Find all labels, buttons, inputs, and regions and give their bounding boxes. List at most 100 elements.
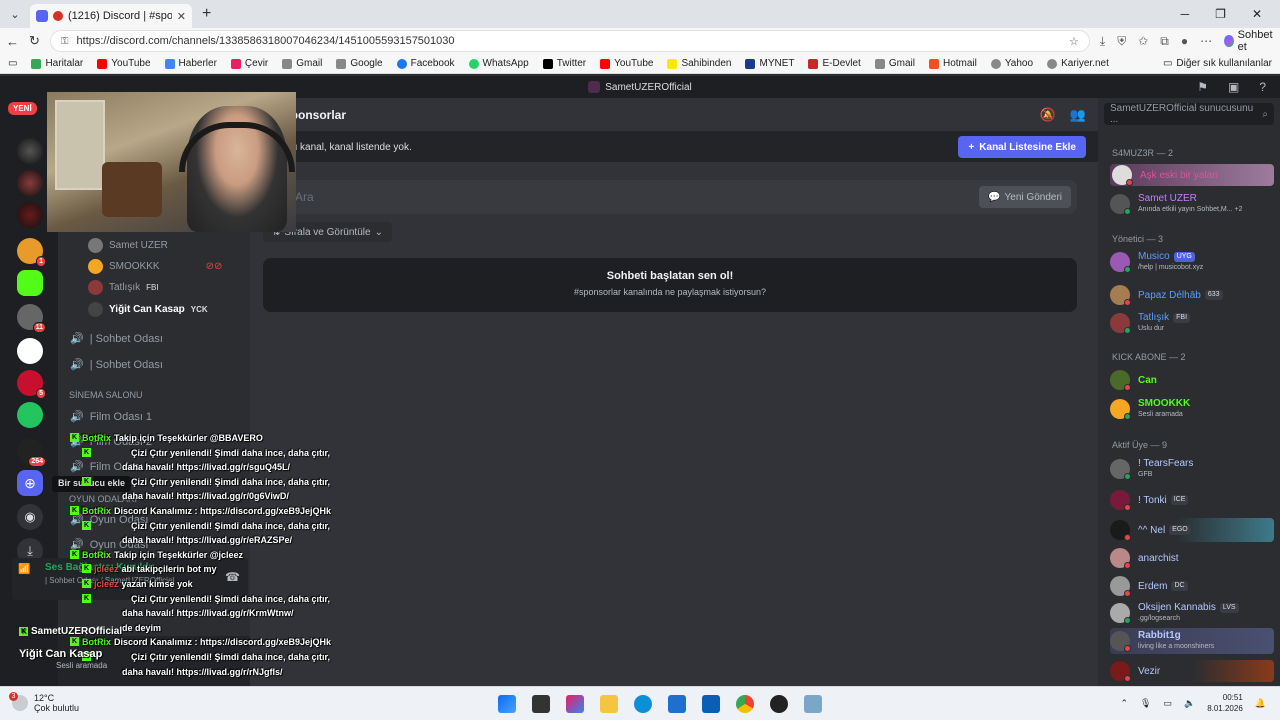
- add-to-channel-list-button[interactable]: + Kanal Listesine Ekle: [958, 136, 1086, 158]
- refresh-icon[interactable]: ↻: [29, 33, 40, 49]
- bookmark-item[interactable]: YouTube: [600, 58, 653, 69]
- bookmark-item[interactable]: Yahoo: [990, 58, 1033, 69]
- member-item[interactable]: Tatlışık FBI Uslu dur: [1110, 312, 1274, 334]
- inbox-icon[interactable]: ▣: [1228, 80, 1239, 94]
- member-item[interactable]: Rabbit1g living like a moonshiners: [1110, 628, 1274, 654]
- server-icon-kick[interactable]: [17, 270, 43, 296]
- download-icon[interactable]: ⤓: [1100, 34, 1105, 49]
- favorites-icon[interactable]: ✩: [1138, 34, 1148, 48]
- browser-tab[interactable]: (1216) Discord | #sponsorlar | ✕: [30, 4, 192, 28]
- file-explorer-icon[interactable]: [600, 695, 618, 713]
- bookmark-item[interactable]: Facebook: [396, 58, 455, 69]
- bookmark-item[interactable]: Haberler: [164, 58, 217, 69]
- forum-search-input[interactable]: Ara 💬 Yeni Gönderi: [263, 180, 1077, 214]
- server-icon-blacksea[interactable]: [17, 338, 43, 364]
- voice-channel[interactable]: 🔊 | Sohbet Odası: [70, 332, 163, 346]
- bookmark-item[interactable]: Hotmail: [928, 58, 977, 69]
- other-favorites-folder[interactable]: ▭ Diğer sık kullanılanlar: [1163, 58, 1272, 69]
- bookmark-item[interactable]: Sahibinden: [667, 58, 731, 69]
- member-item[interactable]: anarchist: [1110, 548, 1274, 569]
- minimize-window-icon[interactable]: ─: [1181, 7, 1190, 21]
- member-item[interactable]: Aşk eski bir yalan: [1110, 164, 1274, 186]
- voice-member[interactable]: Tatlışık FBI: [88, 280, 159, 295]
- bookmark-item[interactable]: Haritalar: [31, 58, 83, 69]
- new-post-button[interactable]: 💬 Yeni Gönderi: [979, 186, 1071, 208]
- member-item[interactable]: Erdem DC: [1110, 576, 1274, 597]
- url-input[interactable]: ⚿ https://discord.com/channels/133858631…: [49, 30, 1090, 52]
- voice-member[interactable]: SMOOKKK ⊘⊘: [88, 259, 222, 274]
- site-info-icon[interactable]: ⚿: [61, 36, 69, 47]
- bookmark-item[interactable]: Gmail: [282, 58, 322, 69]
- bookmark-item[interactable]: Google: [336, 58, 383, 69]
- bookmark-item[interactable]: Kariyer.net: [1047, 58, 1109, 69]
- member-item[interactable]: Oksijen Kannabis LVS .gg/logsearch: [1110, 602, 1274, 624]
- edge-icon[interactable]: [634, 695, 652, 713]
- settings-gear-icon[interactable]: [804, 695, 822, 713]
- back-arrow-icon[interactable]: ←: [6, 34, 19, 49]
- bookmark-item[interactable]: Çevir: [230, 58, 268, 69]
- copilot-icon[interactable]: [566, 695, 584, 713]
- current-user-name[interactable]: Yiğit Can Kasap: [19, 648, 102, 660]
- store-icon[interactable]: [668, 695, 686, 713]
- member-search-input[interactable]: SametUZEROfficial sunucusunu ... ⌕: [1104, 103, 1274, 125]
- notification-bell-icon[interactable]: 🔔: [1255, 698, 1266, 709]
- member-item[interactable]: Can: [1110, 370, 1274, 391]
- server-icon-dengi[interactable]: [17, 202, 43, 228]
- bookmark-item[interactable]: E-Devlet: [808, 58, 861, 69]
- volume-icon[interactable]: 🔈: [1184, 698, 1195, 709]
- member-item[interactable]: ! TearsFears GFB: [1110, 458, 1274, 480]
- more-menu-icon[interactable]: ⋯: [1200, 34, 1212, 48]
- voice-member[interactable]: Yiğit Can Kasap YCK: [88, 302, 208, 317]
- bookmark-item[interactable]: Twitter: [542, 58, 586, 69]
- new-tab-button[interactable]: +: [202, 5, 211, 23]
- discover-compass-icon[interactable]: ◉: [17, 504, 43, 530]
- close-tab-icon[interactable]: ✕: [177, 10, 186, 23]
- tab-menu-chevron-icon[interactable]: ⌄: [4, 3, 26, 25]
- member-item[interactable]: ^^ Nel EGO: [1110, 518, 1274, 542]
- copilot-chat-button[interactable]: Sohbet et: [1224, 29, 1275, 53]
- member-item[interactable]: SMOOKKK Sesli aramada: [1110, 398, 1274, 420]
- microphone-icon[interactable]: 🎙: [1140, 698, 1151, 709]
- help-icon[interactable]: ?: [1259, 80, 1266, 94]
- server-icon-ultimate[interactable]: [17, 138, 43, 164]
- server-icon-dune[interactable]: 1: [17, 238, 46, 267]
- server-icon-game-of-thrones[interactable]: 11: [17, 304, 46, 333]
- voice-channel[interactable]: 🔊 | Sohbet Odası: [70, 358, 163, 372]
- extension-icon[interactable]: ⛨: [1117, 34, 1126, 49]
- notification-off-icon[interactable]: 🔕: [1040, 107, 1056, 123]
- server-icon-red[interactable]: 5: [17, 370, 46, 399]
- voice-channel[interactable]: 🔊 Film Odası 1: [70, 410, 152, 424]
- flag-icon[interactable]: ⚑: [1197, 80, 1208, 94]
- chevron-up-icon[interactable]: ⌃: [1120, 698, 1128, 709]
- collections-icon[interactable]: ⧉: [1160, 34, 1169, 49]
- server-icon-dark[interactable]: [17, 170, 43, 196]
- member-item[interactable]: Musico UYG/help | musicobot.xyz: [1110, 251, 1274, 273]
- task-view-icon[interactable]: [532, 695, 550, 713]
- chrome-icon[interactable]: [736, 695, 754, 713]
- close-window-icon[interactable]: ✕: [1252, 7, 1262, 21]
- category-cinema[interactable]: SİNEMA SALONU: [69, 390, 143, 400]
- weather-widget[interactable]: 3 12°C Çok bulutlu: [9, 692, 79, 713]
- clock[interactable]: 00:51 8.01.2026: [1207, 692, 1243, 714]
- bookmark-item[interactable]: MYNET: [745, 58, 794, 69]
- outlook-icon[interactable]: [702, 695, 720, 713]
- restore-window-icon[interactable]: ❐: [1215, 7, 1226, 21]
- obs-icon[interactable]: [770, 695, 788, 713]
- network-icon[interactable]: ▭: [1163, 698, 1172, 709]
- start-windows-icon[interactable]: [498, 695, 516, 713]
- member-list-icon[interactable]: 👥: [1070, 107, 1086, 123]
- member-item[interactable]: Vezir: [1110, 660, 1274, 682]
- server-icon-krafton[interactable]: 264: [17, 438, 46, 467]
- bookmark-item[interactable]: WhatsApp: [468, 58, 529, 69]
- profile-avatar[interactable]: ●: [1181, 34, 1188, 48]
- bookmark-item[interactable]: Gmail: [874, 58, 915, 69]
- member-item[interactable]: ! Tonki ICE: [1110, 490, 1274, 511]
- reading-list-icon[interactable]: ▭: [8, 58, 17, 69]
- server-icon-green[interactable]: [17, 402, 43, 428]
- bookmark-item[interactable]: YouTube: [97, 58, 151, 69]
- member-item[interactable]: Samet UZER Anında etkili yayın Sohbet,M..…: [1110, 193, 1274, 215]
- favorite-star-icon[interactable]: ☆: [1069, 35, 1079, 48]
- member-item[interactable]: Papaz Délhāb 633: [1110, 285, 1274, 306]
- add-server-button[interactable]: ⊕: [17, 470, 43, 496]
- voice-member[interactable]: Samet UZER: [88, 238, 168, 253]
